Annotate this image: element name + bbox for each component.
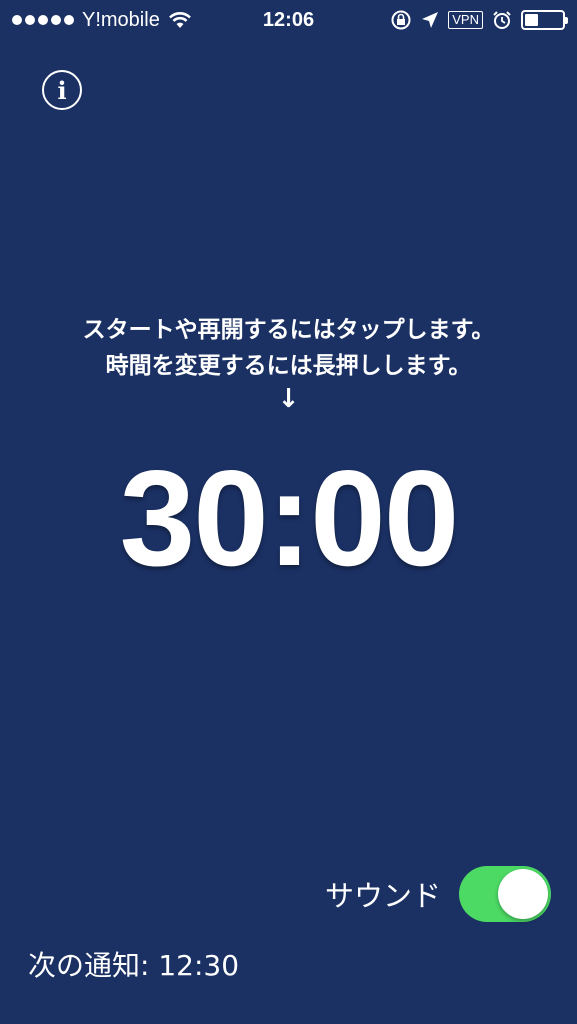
info-icon: i — [57, 75, 67, 105]
timer-display[interactable]: 30:00 — [0, 440, 577, 596]
battery-fill — [525, 14, 538, 26]
sound-setting: サウンド — [325, 866, 551, 922]
toggle-knob — [498, 869, 548, 919]
sound-toggle[interactable] — [459, 866, 551, 922]
down-arrow-icon: ↓ — [277, 384, 300, 414]
status-left: Y!mobile — [12, 9, 390, 32]
sound-label: サウンド — [324, 879, 441, 913]
instruction-tap: スタートや再開するにはタップします。 — [82, 317, 495, 343]
wifi-icon — [168, 12, 191, 28]
instructions: スタートや再開するにはタップします。 時間を変更するには長押しします。 ↓ — [0, 312, 577, 414]
signal-strength-icon — [12, 15, 74, 25]
status-bar: Y!mobile 12:06 VPN — [0, 0, 577, 40]
info-button[interactable]: i — [42, 70, 82, 110]
alarm-icon — [493, 11, 511, 29]
instruction-long-press: 時間を変更するには長押しします。 — [105, 353, 472, 379]
rotation-lock-icon — [391, 10, 411, 30]
vpn-badge: VPN — [448, 11, 483, 29]
next-notification: 次の通知: 12:30 — [28, 949, 240, 982]
carrier-name: Y!mobile — [82, 8, 160, 31]
status-right: VPN — [390, 9, 568, 31]
battery-icon — [521, 10, 568, 30]
location-arrow-icon — [422, 12, 439, 28]
